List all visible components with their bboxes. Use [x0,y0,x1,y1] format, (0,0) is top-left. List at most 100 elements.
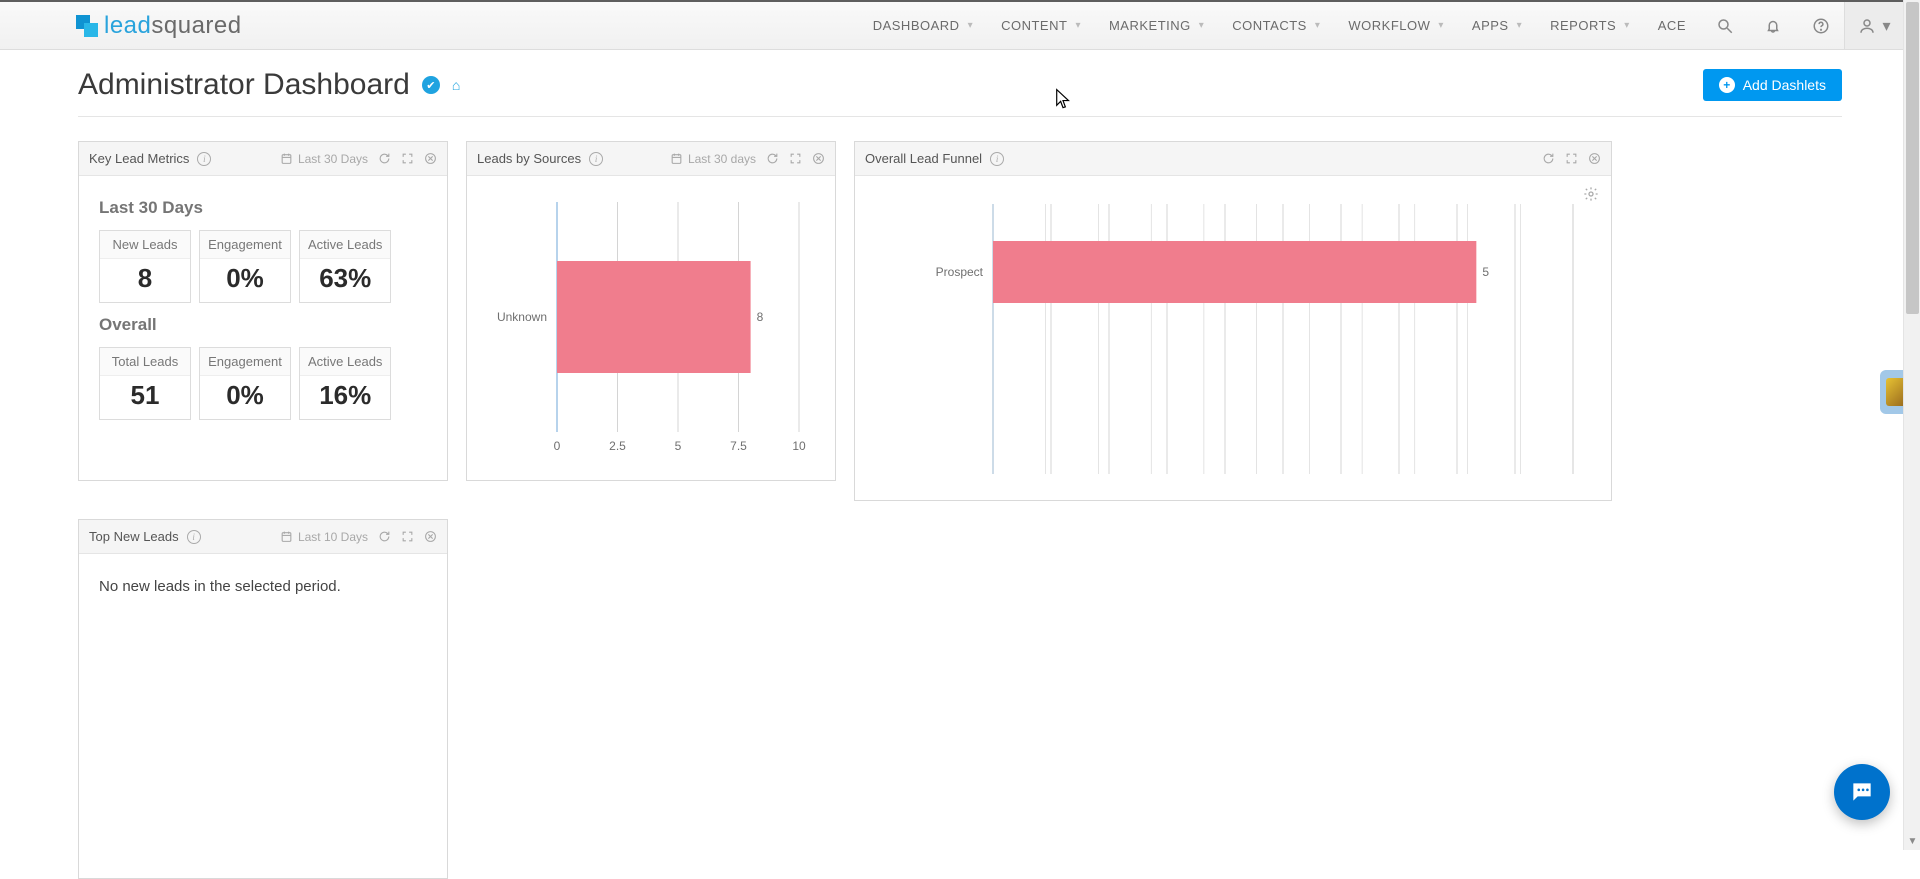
logo-mark [76,15,98,37]
svg-text:7.5: 7.5 [730,439,747,452]
dashlet-controls: Last 30 Days [280,152,437,166]
svg-text:8: 8 [757,310,764,324]
home-icon[interactable]: ⌂ [452,77,460,93]
metrics-row-last30: New Leads8Engagement0%Active Leads63% [99,230,427,303]
metric-value: 8 [100,259,190,302]
dashlet-body: No new leads in the selected period. [79,554,447,619]
refresh-icon[interactable] [1542,152,1555,165]
svg-text:5: 5 [1482,265,1489,279]
dashlet-controls: Last 30 days [670,152,825,166]
logo[interactable]: leadsquared [76,12,242,40]
metric-value: 0% [200,376,290,419]
dashlet-controls [1542,152,1601,165]
close-icon[interactable] [424,152,437,165]
info-icon[interactable]: i [197,152,211,166]
topbar-utilities: ▾ [1700,2,1904,49]
metric-box[interactable]: Engagement0% [199,230,291,303]
nav-item-content[interactable]: CONTENT▾ [987,2,1095,49]
nav-item-workflow[interactable]: WORKFLOW▾ [1334,2,1458,49]
overall-lead-funnel-chart: Prospect 5 [873,194,1593,474]
dashlet-body: Last 30 Days New Leads8Engagement0%Activ… [79,176,447,448]
svg-text:0: 0 [554,439,561,452]
dashlet-body: Prospect 5 [855,176,1611,482]
metric-value: 51 [100,376,190,419]
primary-nav: DASHBOARD▾CONTENT▾MARKETING▾CONTACTS▾WOR… [859,2,1700,49]
fullscreen-icon[interactable] [401,152,414,165]
plus-circle-icon: + [1719,77,1735,93]
date-range-label: Last 30 Days [298,152,368,166]
dashlet-top-new-leads: Top New Leads i Last 10 Days No new lead… [78,519,448,879]
info-icon[interactable]: i [187,530,201,544]
svg-text:Prospect: Prospect [936,265,984,279]
date-range-selector[interactable]: Last 10 Days [280,530,368,544]
nav-item-label: REPORTS [1550,18,1616,33]
metric-box[interactable]: Active Leads63% [299,230,391,303]
svg-text:2.5: 2.5 [609,439,626,452]
add-dashlets-button[interactable]: + Add Dashlets [1703,69,1842,101]
metric-label: Total Leads [100,348,190,376]
metric-value: 0% [200,259,290,302]
nav-item-ace[interactable]: ACE [1644,2,1700,49]
date-range-selector[interactable]: Last 30 Days [280,152,368,166]
info-icon[interactable]: i [589,152,603,166]
add-dashlets-label: Add Dashlets [1743,77,1826,93]
page-header: Administrator Dashboard ✔ ⌂ + Add Dashle… [78,68,1842,117]
metric-label: Active Leads [300,348,390,376]
svg-text:Unknown: Unknown [497,310,547,324]
chat-fab[interactable] [1834,764,1890,820]
dashlet-header: Leads by Sources i Last 30 days [467,142,835,176]
nav-item-apps[interactable]: APPS ▾ [1458,2,1536,49]
nav-item-reports[interactable]: REPORTS▾ [1536,2,1644,49]
close-icon[interactable] [424,530,437,543]
nav-item-label: WORKFLOW [1348,18,1430,33]
dashlet-title: Top New Leads [89,529,179,544]
dashlet-controls: Last 10 Days [280,530,437,544]
metric-label: Engagement [200,231,290,259]
nav-item-contacts[interactable]: CONTACTS▾ [1218,2,1334,49]
fullscreen-icon[interactable] [401,530,414,543]
dashlet-body: 02.557.510Unknown8 [467,176,835,460]
profile-menu[interactable]: ▾ [1844,2,1904,49]
chevron-down-icon: ▾ [1315,20,1321,31]
nav-item-dashboard[interactable]: DASHBOARD▾ [859,2,987,49]
close-icon[interactable] [812,152,825,165]
metric-box[interactable]: Active Leads16% [299,347,391,420]
nav-item-marketing[interactable]: MARKETING▾ [1095,2,1218,49]
metric-box[interactable]: Total Leads51 [99,347,191,420]
help-icon[interactable] [1796,2,1844,49]
metric-value: 63% [300,259,390,302]
metrics-section-title: Overall [99,315,427,335]
scroll-down-arrow[interactable]: ▼ [1904,833,1920,850]
nav-item-label: DASHBOARD [873,18,960,33]
vertical-scrollbar[interactable]: ▲ ▼ [1903,0,1920,850]
chevron-down-icon: ▾ [1882,16,1890,36]
refresh-icon[interactable] [378,152,391,165]
dashlet-overall-lead-funnel: Overall Lead Funnel i Prospect 5 [854,141,1612,501]
fullscreen-icon[interactable] [789,152,802,165]
date-range-selector[interactable]: Last 30 days [670,152,756,166]
search-icon[interactable] [1700,2,1748,49]
scroll-thumb[interactable] [1906,2,1919,314]
calendar-icon [280,152,293,165]
metric-box[interactable]: Engagement0% [199,347,291,420]
refresh-icon[interactable] [378,530,391,543]
dashlet-header: Top New Leads i Last 10 Days [79,520,447,554]
dashlet-title: Overall Lead Funnel [865,151,982,166]
nav-item-label: APPS [1472,18,1509,33]
dashlet-header: Key Lead Metrics i Last 30 Days [79,142,447,176]
close-icon[interactable] [1588,152,1601,165]
page: Administrator Dashboard ✔ ⌂ + Add Dashle… [0,50,1920,879]
metric-label: New Leads [100,231,190,259]
verified-badge-icon[interactable]: ✔ [422,76,440,94]
metric-box[interactable]: New Leads8 [99,230,191,303]
nav-item-label: MARKETING [1109,18,1191,33]
refresh-icon[interactable] [766,152,779,165]
fullscreen-icon[interactable] [1565,152,1578,165]
chevron-down-icon: ▾ [1517,20,1523,31]
svg-text:5: 5 [675,439,682,452]
bell-icon[interactable] [1748,2,1796,49]
dashlet-key-lead-metrics: Key Lead Metrics i Last 30 Days Last 30 … [78,141,448,481]
info-icon[interactable]: i [990,152,1004,166]
dashlet-title: Leads by Sources [477,151,581,166]
page-title: Administrator Dashboard [78,68,410,102]
